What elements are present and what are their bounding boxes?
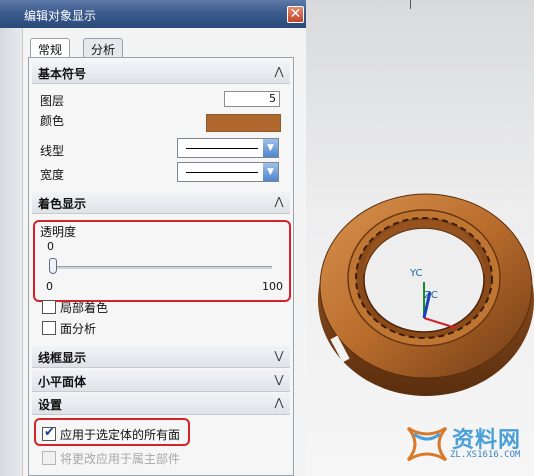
partial-shading-checkbox[interactable] bbox=[42, 300, 56, 314]
apply-to-owner-label: 将更改应用于属主部件 bbox=[60, 452, 181, 466]
width-preview bbox=[186, 172, 258, 173]
chevron-up-icon[interactable]: ⋀ bbox=[271, 395, 287, 411]
section-basic-label: 基本符号 bbox=[38, 67, 87, 81]
tab-general[interactable]: 常规 bbox=[30, 38, 71, 58]
close-button[interactable]: ✕ bbox=[287, 6, 304, 23]
section-facet-header[interactable]: 小平面体 ⋁ bbox=[32, 370, 290, 392]
dialog-titlebar[interactable]: 编辑对象显示 ✕ bbox=[0, 0, 306, 28]
section-settings-label: 设置 bbox=[38, 398, 63, 412]
color-label: 颜色 bbox=[40, 114, 65, 128]
gear-ring-model[interactable]: YC ZC bbox=[306, 160, 534, 420]
linetype-label: 线型 bbox=[40, 144, 65, 158]
face-analysis-label: 面分析 bbox=[60, 322, 97, 336]
layer-label: 图层 bbox=[40, 94, 65, 108]
dialog-left-strip bbox=[0, 28, 22, 476]
chevron-down-icon[interactable]: ▼ bbox=[263, 163, 278, 181]
transparency-highlight bbox=[33, 220, 291, 302]
section-wireframe-header[interactable]: 线框显示 ⋁ bbox=[32, 346, 290, 368]
linetype-preview bbox=[186, 148, 258, 149]
close-icon: ✕ bbox=[289, 6, 302, 22]
watermark: 资料网 ZL.XS1616.COM bbox=[402, 420, 534, 470]
section-shading-label: 着色显示 bbox=[38, 197, 87, 211]
section-settings-header[interactable]: 设置 ⋀ bbox=[32, 393, 290, 415]
chevron-down-icon[interactable]: ⋁ bbox=[271, 348, 287, 364]
dialog-title: 编辑对象显示 bbox=[24, 9, 97, 23]
color-swatch-button[interactable] bbox=[206, 114, 281, 132]
section-basic-header[interactable]: 基本符号 ⋀ bbox=[32, 62, 290, 84]
partial-shading-label: 局部着色 bbox=[60, 301, 109, 315]
watermark-url: ZL.XS1616.COM bbox=[450, 450, 521, 460]
apply-all-faces-highlight bbox=[34, 418, 190, 446]
chevron-down-icon[interactable]: ⋁ bbox=[271, 372, 287, 388]
triad-y-label: YC bbox=[409, 268, 423, 279]
watermark-logo-icon bbox=[406, 426, 448, 462]
layer-field[interactable]: 5 bbox=[224, 91, 280, 107]
chevron-up-icon[interactable]: ⋀ bbox=[271, 64, 287, 80]
linetype-select[interactable]: ▼ bbox=[177, 138, 279, 158]
width-select[interactable]: ▼ bbox=[177, 162, 279, 182]
width-label: 宽度 bbox=[40, 168, 65, 182]
chevron-down-icon[interactable]: ▼ bbox=[263, 139, 278, 157]
apply-to-owner-checkbox[interactable] bbox=[42, 451, 56, 465]
tab-analysis[interactable]: 分析 bbox=[83, 38, 124, 58]
chevron-up-icon[interactable]: ⋀ bbox=[271, 194, 287, 210]
section-wireframe-label: 线框显示 bbox=[38, 351, 87, 365]
triad-z-label: ZC bbox=[424, 290, 438, 301]
viewport-border-tick bbox=[410, 0, 411, 9]
edit-object-display-dialog: 编辑对象显示 ✕ 常规 分析 基本符号 ⋀ 图层 5 颜色 线型 ▼ 宽度 ▼ … bbox=[0, 0, 306, 476]
graphics-viewport[interactable]: YC ZC 资料网 ZL.XS1616.COM bbox=[306, 0, 534, 476]
section-shading-header[interactable]: 着色显示 ⋀ bbox=[32, 192, 290, 214]
face-analysis-checkbox[interactable] bbox=[42, 321, 56, 335]
section-facet-label: 小平面体 bbox=[38, 375, 87, 389]
